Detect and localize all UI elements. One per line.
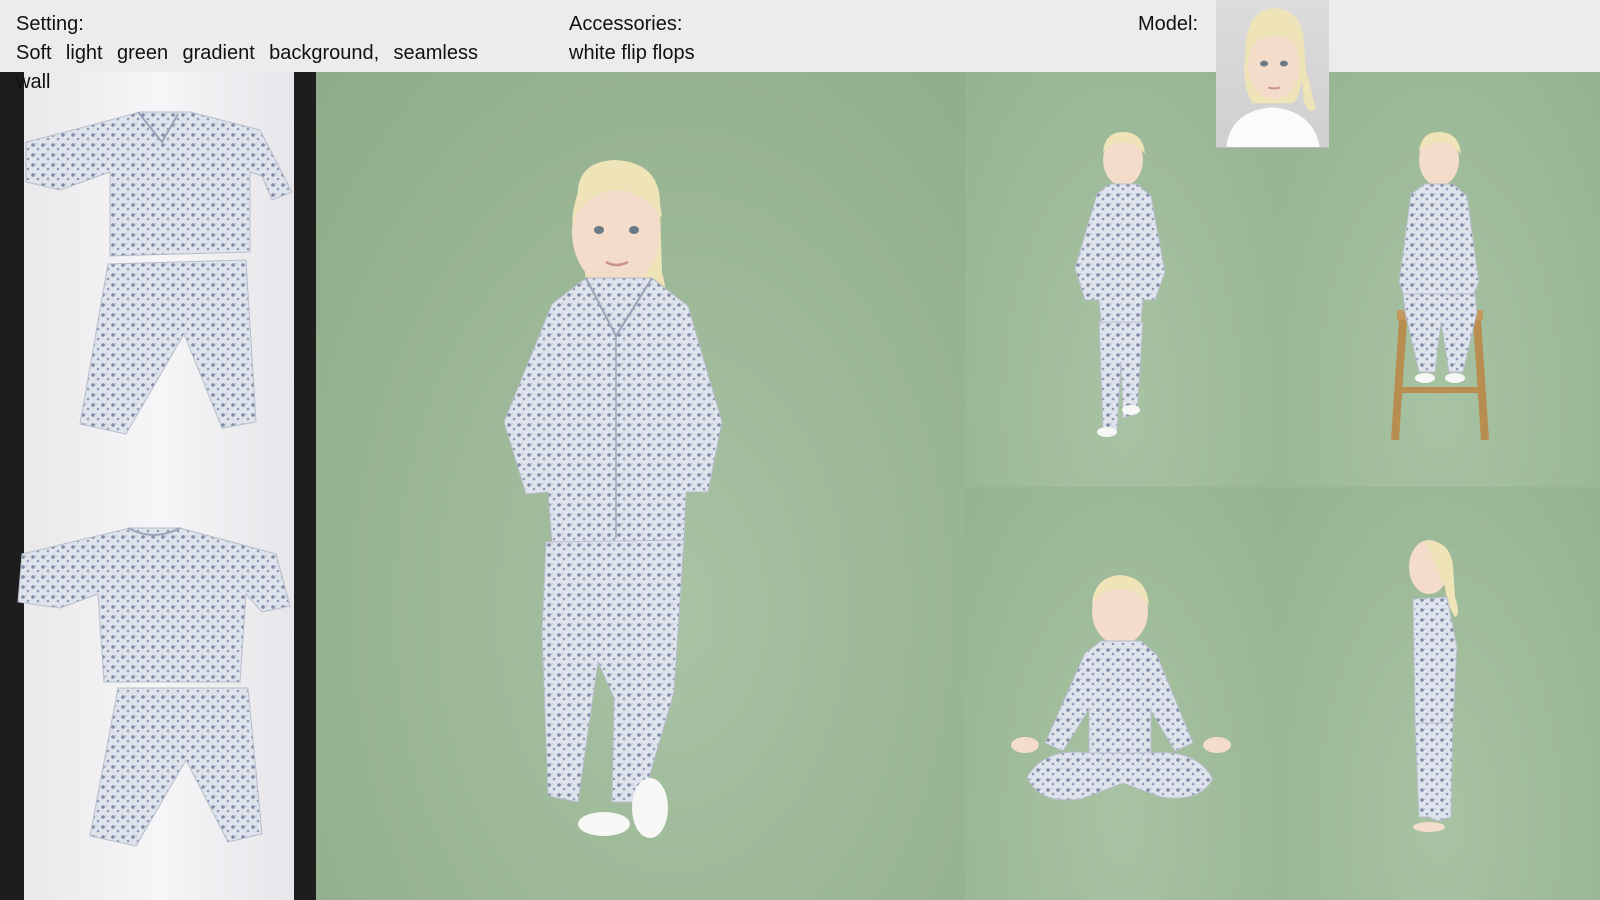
- flat-lay-front-figure: [25, 111, 293, 435]
- meditation-pose-photo[interactable]: [965, 487, 1279, 900]
- meditation-pose-figure: [1011, 575, 1231, 801]
- flat-lay-back-figure: [17, 527, 291, 847]
- side-profile-figure: [1409, 540, 1458, 832]
- accessories-value: white flip flops: [569, 42, 695, 64]
- model-label: Model:: [1138, 13, 1199, 35]
- model-portrait-image[interactable]: [1216, 0, 1329, 148]
- flat-lay-back-image[interactable]: [0, 484, 316, 900]
- setting-label: Setting:: [16, 13, 84, 35]
- setting-value: Soft light green gradient background, se…: [16, 42, 478, 93]
- flat-lay-front-image[interactable]: [0, 72, 316, 484]
- side-profile-photo[interactable]: [1279, 487, 1600, 900]
- accessories-label: Accessories:: [569, 13, 683, 35]
- model-portrait-figure: [1226, 7, 1320, 147]
- main-standing-photo[interactable]: [316, 72, 965, 900]
- main-standing-figure: [503, 160, 723, 838]
